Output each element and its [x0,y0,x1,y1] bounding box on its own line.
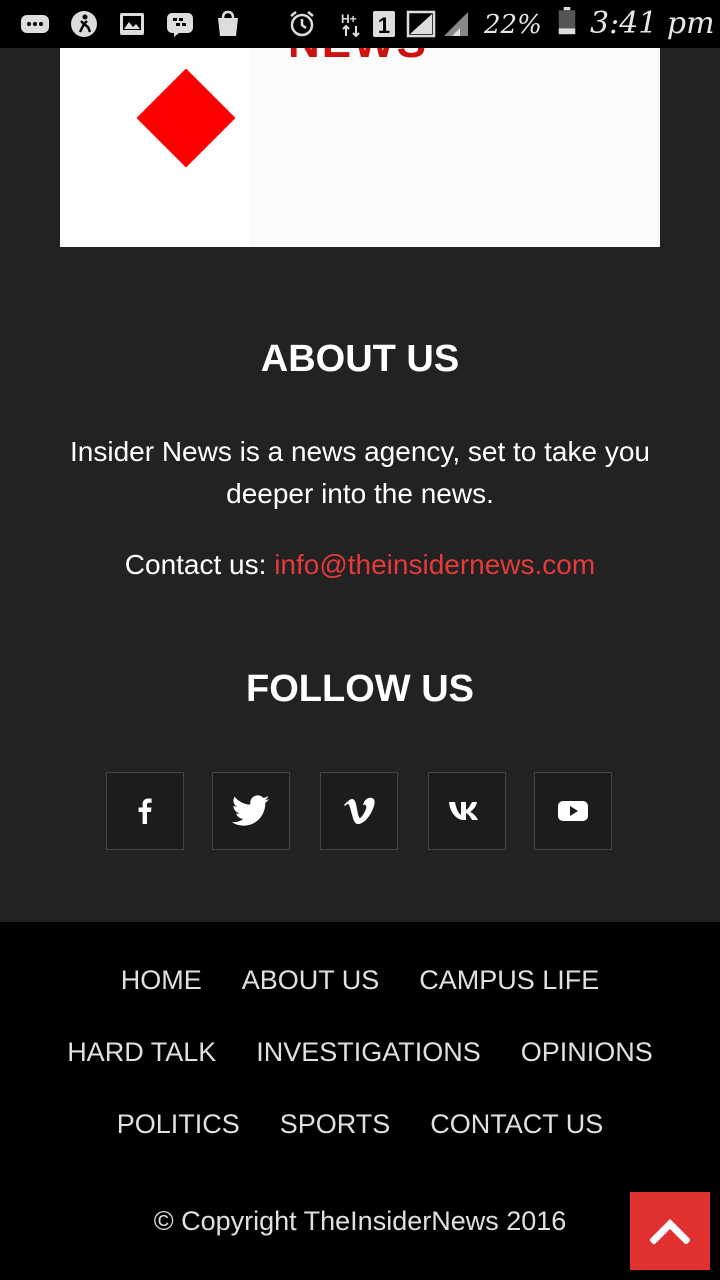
footer-nav-row-3: POLITICS SPORTS CONTACT US [0,1109,720,1140]
sim-slot-icon: 1 [373,11,395,38]
contact-email-link[interactable]: info@theinsidernews.com [274,549,595,580]
footer-link-about-us[interactable]: ABOUT US [242,965,380,996]
facebook-button[interactable] [106,772,184,850]
footer-link-opinions[interactable]: OPINIONS [521,1037,653,1068]
svg-text:H+: H+ [341,12,357,26]
footer-nav-row-2: HARD TALK INVESTIGATIONS OPINIONS [0,1037,720,1068]
back-to-top-button[interactable] [630,1192,710,1270]
vimeo-icon [344,797,375,825]
footer-link-home[interactable]: HOME [121,965,202,996]
contact-line: Contact us: info@theinsidernews.com [0,549,720,581]
banner-background [250,48,660,247]
footer-link-politics[interactable]: POLITICS [117,1109,240,1140]
battery-icon [558,7,576,35]
about-description: Insider News is a news agency, set to ta… [70,436,650,509]
about-title: ABOUT US [260,338,460,380]
footer-link-hard-talk[interactable]: HARD TALK [67,1037,216,1068]
follow-title: FOLLOW US [246,668,474,710]
logo-diamond-icon [136,68,236,168]
copyright-text: © Copyright TheInsiderNews 2016 [153,1206,567,1236]
signal-icon [406,10,468,38]
vk-icon [449,802,478,820]
clock: 3:41 pm [590,6,715,41]
footer-link-campus-life[interactable]: CAMPUS LIFE [419,965,599,996]
vk-button[interactable] [428,772,506,850]
footer-link-contact-us[interactable]: CONTACT US [430,1109,603,1140]
footer-nav-row-1: HOME ABOUT US CAMPUS LIFE [0,965,720,996]
network-type-icon: H+ [341,12,360,38]
galaxy-store-icon [218,10,238,36]
twitter-button[interactable] [212,772,290,850]
contact-label: Contact us: [124,549,275,580]
fitness-icon [71,11,97,37]
battery-percent: 22% [484,10,542,40]
footer-link-investigations[interactable]: INVESTIGATIONS [256,1037,481,1068]
vimeo-button[interactable] [320,772,398,850]
youtube-icon [558,801,588,821]
banner-logo-text: NEWS [288,48,428,68]
banner-image[interactable]: NEWS [60,48,660,247]
alarm-icon [290,11,314,37]
bbm-icon [167,13,193,37]
footer: HOME ABOUT US CAMPUS LIFE HARD TALK INVE… [0,922,720,1280]
footer-link-sports[interactable]: SPORTS [280,1109,391,1140]
facebook-icon [138,798,152,824]
status-bar: H+ 1 22% 3:41 pm [0,0,720,48]
messages-icon [21,15,49,33]
gallery-icon [120,13,144,35]
chevron-up-icon [650,1219,690,1244]
svg-text:1: 1 [378,13,390,38]
youtube-button[interactable] [534,772,612,850]
twitter-icon [232,795,270,826]
